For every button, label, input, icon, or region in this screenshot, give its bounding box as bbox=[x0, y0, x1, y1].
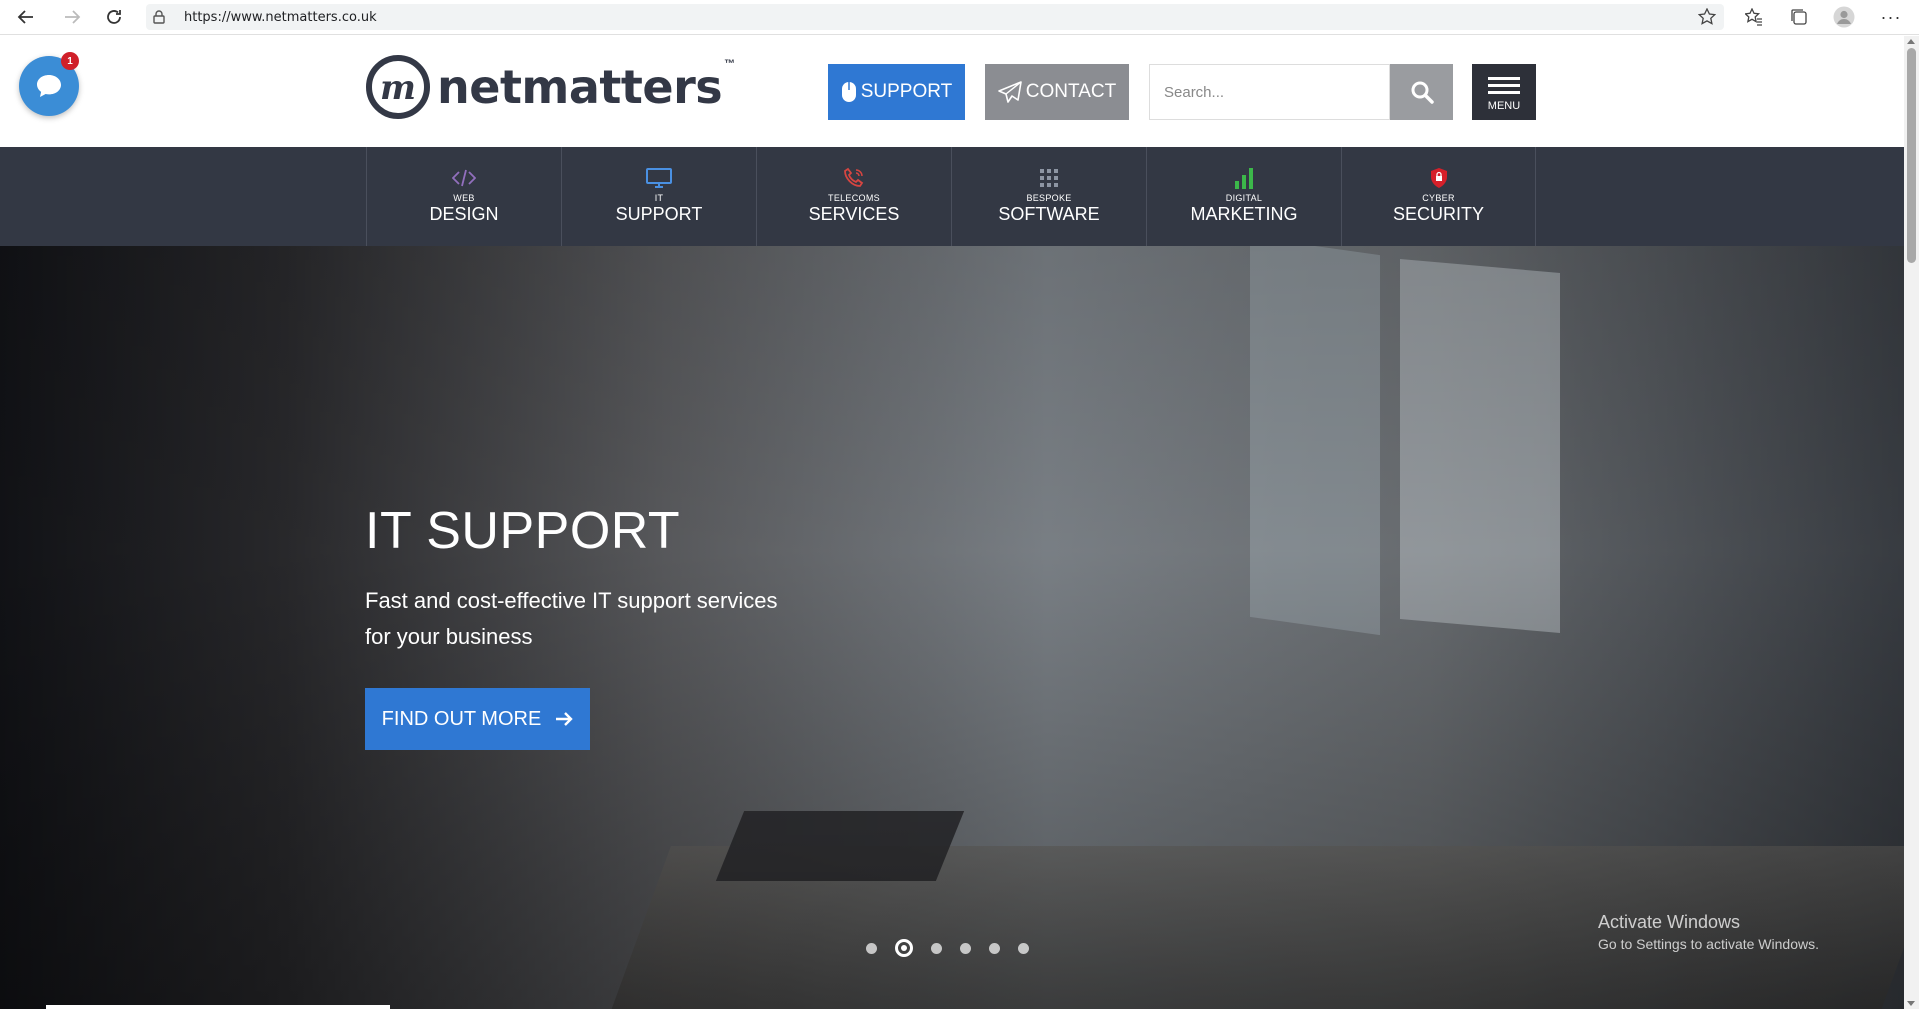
menu-button[interactable]: MENU bbox=[1472, 64, 1536, 120]
refresh-icon[interactable] bbox=[97, 0, 131, 34]
chat-icon bbox=[37, 75, 61, 97]
search-input[interactable] bbox=[1149, 64, 1390, 120]
nav-big-label: DESIGN bbox=[429, 204, 499, 224]
site-header: 1 m netmatters ™ SUPPORT CONTACT MENU bbox=[0, 36, 1904, 147]
nav-big-label: MARKETING bbox=[1190, 204, 1298, 224]
cta-label: FIND OUT MORE bbox=[381, 707, 542, 730]
nav-small-label: IT bbox=[654, 193, 664, 203]
shield-icon bbox=[1429, 167, 1449, 189]
lock-icon bbox=[146, 10, 172, 24]
logo-trademark: ™ bbox=[724, 58, 736, 70]
back-icon[interactable] bbox=[9, 0, 43, 34]
logo-wordmark: netmatters bbox=[437, 60, 723, 114]
netmatters-logo[interactable]: m netmatters ™ bbox=[365, 54, 735, 120]
support-label: SUPPORT bbox=[860, 81, 953, 102]
slide-dot[interactable] bbox=[866, 942, 877, 954]
nav-cyber-security[interactable]: CYBER SECURITY bbox=[1341, 147, 1536, 246]
activate-windows-watermark: Activate Windows Go to Settings to activ… bbox=[1598, 912, 1819, 952]
page-scrollbar[interactable] bbox=[1904, 36, 1919, 1009]
chat-launcher[interactable]: 1 bbox=[19, 52, 79, 116]
slide-dot[interactable] bbox=[989, 942, 1000, 954]
menu-label: MENU bbox=[1487, 99, 1521, 112]
find-out-more-button[interactable]: FIND OUT MORE bbox=[365, 688, 590, 750]
svg-text:m: m bbox=[380, 68, 416, 108]
mouse-icon bbox=[841, 82, 856, 102]
search-button[interactable] bbox=[1390, 64, 1453, 120]
watermark-line-2: Go to Settings to activate Windows. bbox=[1598, 936, 1819, 952]
collections-icon[interactable] bbox=[1782, 0, 1816, 34]
address-bar[interactable]: https://www.netmatters.co.uk bbox=[146, 4, 1724, 30]
phone-icon bbox=[843, 167, 865, 189]
browser-toolbar: https://www.netmatters.co.uk ··· bbox=[0, 0, 1919, 35]
nav-big-label: SECURITY bbox=[1392, 204, 1484, 224]
contact-button[interactable]: CONTACT bbox=[985, 64, 1129, 120]
slide-dot[interactable] bbox=[1018, 942, 1029, 954]
scroll-thumb[interactable] bbox=[1907, 48, 1916, 263]
nav-big-label: SUPPORT bbox=[615, 204, 703, 224]
nav-telecoms-services[interactable]: TELECOMS SERVICES bbox=[756, 147, 951, 246]
search-icon bbox=[1411, 81, 1434, 104]
hero-overlay bbox=[0, 246, 1904, 1009]
contact-label: CONTACT bbox=[1025, 81, 1117, 102]
nav-bespoke-software[interactable]: BESPOKE SOFTWARE bbox=[951, 147, 1146, 246]
nav-big-label: SOFTWARE bbox=[998, 204, 1100, 224]
hamburger-icon bbox=[1488, 73, 1520, 98]
nav-small-label: DIGITAL bbox=[1225, 193, 1263, 203]
nav-big-label: SERVICES bbox=[808, 204, 900, 224]
grid-icon bbox=[1040, 167, 1058, 189]
hero-slider: IT SUPPORT Fast and cost-effective IT su… bbox=[0, 246, 1904, 1009]
url-text: https://www.netmatters.co.uk bbox=[184, 9, 377, 25]
nav-small-label: WEB bbox=[453, 193, 475, 203]
bar-chart-icon bbox=[1234, 167, 1254, 189]
add-favorite-icon[interactable] bbox=[1690, 0, 1724, 34]
code-icon bbox=[452, 167, 476, 189]
hero-title: IT SUPPORT bbox=[365, 502, 681, 560]
slide-dot-active[interactable] bbox=[895, 939, 913, 957]
support-button[interactable]: SUPPORT bbox=[828, 64, 965, 120]
favorites-icon[interactable] bbox=[1737, 0, 1771, 34]
hero-subtitle: Fast and cost-effective IT support servi… bbox=[365, 588, 778, 649]
slide-dot[interactable] bbox=[931, 942, 942, 954]
services-nav: WEB DESIGN IT SUPPORT TELECOMS SERVICES … bbox=[0, 147, 1904, 246]
scroll-down-icon[interactable] bbox=[1907, 1001, 1915, 1006]
nav-digital-marketing[interactable]: DIGITAL MARKETING bbox=[1146, 147, 1341, 246]
nav-it-support[interactable]: IT SUPPORT bbox=[561, 147, 756, 246]
paper-plane-icon bbox=[997, 81, 1022, 103]
watermark-line-1: Activate Windows bbox=[1598, 912, 1741, 932]
logo-mark-icon: m bbox=[366, 55, 430, 119]
more-options-icon[interactable]: ··· bbox=[1874, 0, 1908, 34]
notification-badge: 1 bbox=[61, 52, 79, 70]
nav-web-design[interactable]: WEB DESIGN bbox=[366, 147, 561, 246]
nav-small-label: TELECOMS bbox=[828, 193, 880, 203]
slide-dot[interactable] bbox=[960, 942, 971, 954]
profile-avatar[interactable] bbox=[1827, 0, 1861, 34]
nav-small-label: CYBER bbox=[1422, 193, 1455, 203]
monitor-icon bbox=[646, 167, 672, 189]
nav-small-label: BESPOKE bbox=[1026, 193, 1072, 203]
arrow-right-icon bbox=[556, 712, 574, 726]
forward-icon[interactable] bbox=[55, 0, 89, 34]
slide-progress-bar bbox=[46, 1005, 390, 1009]
slider-pagination bbox=[866, 939, 1029, 957]
scroll-up-icon[interactable] bbox=[1907, 39, 1915, 44]
